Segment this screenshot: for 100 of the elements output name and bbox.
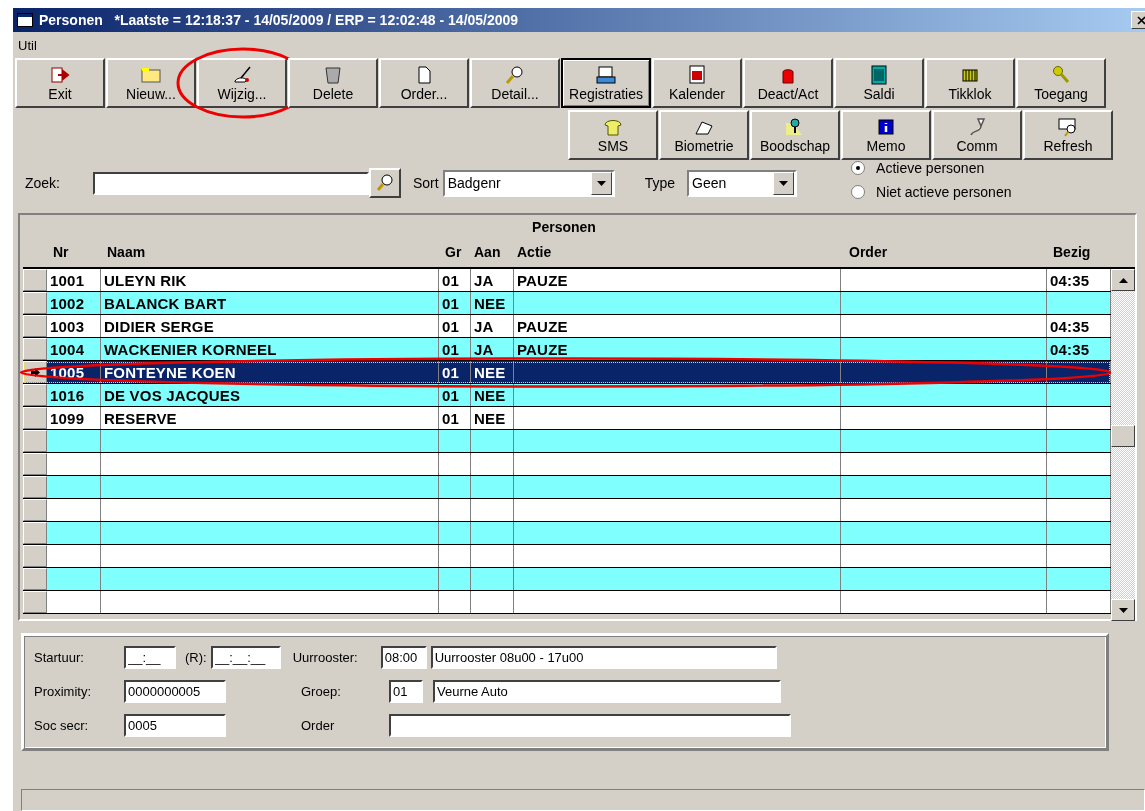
table-cell: JA xyxy=(474,317,494,335)
table-cell: DIDIER SERGE xyxy=(104,317,214,335)
menu-item[interactable]: Util xyxy=(18,37,37,53)
key-icon xyxy=(1050,64,1072,85)
field-label: Order xyxy=(301,718,336,733)
table-cell: FONTEYNE KOEN xyxy=(104,363,236,381)
toolbar-button[interactable]: Refresh xyxy=(1023,110,1113,160)
calculator-icon xyxy=(868,64,890,85)
radio-button[interactable] xyxy=(851,161,866,175)
time-field[interactable]: __:__:__ xyxy=(210,646,281,669)
toolbar-button[interactable]: Detail... xyxy=(470,58,560,108)
table-cell: 04:35 xyxy=(1050,340,1090,358)
table-cell: NEE xyxy=(474,363,506,381)
down-arrow-icon xyxy=(1118,607,1128,613)
column-header: Aan xyxy=(474,244,501,260)
table-cell: PAUZE xyxy=(517,340,568,358)
column-header: Naam xyxy=(107,244,146,260)
table-title: Personen xyxy=(531,218,597,237)
column-header: Order xyxy=(849,244,888,260)
close-button[interactable] xyxy=(1131,11,1145,29)
sort-dropdown[interactable]: Badgenr xyxy=(442,169,615,197)
table-cell: 1003 xyxy=(50,317,85,335)
card-magnifier-icon xyxy=(1057,116,1079,137)
table-row[interactable]: 1002 BALANCK BART 01 NEE xyxy=(23,292,1111,315)
table-cell: 01 xyxy=(442,386,460,404)
toolbar-button[interactable]: Wijzig... xyxy=(197,58,287,108)
type-dropdown[interactable]: Geen xyxy=(687,169,798,197)
scroll-thumb[interactable] xyxy=(1111,425,1135,447)
table-cell: 01 xyxy=(442,409,460,427)
arrow-icon xyxy=(30,367,40,377)
computer-icon xyxy=(595,64,617,85)
name-field[interactable]: Veurne Auto xyxy=(433,680,781,703)
field-label: Groep: xyxy=(301,684,342,699)
toolbar-button[interactable]: Memo xyxy=(841,110,931,160)
radio-label: Actieve personen xyxy=(876,160,985,176)
code-field[interactable]: 08:00 xyxy=(380,646,427,669)
toolbar-button[interactable]: Nieuw... xyxy=(106,58,196,108)
trash-can-icon xyxy=(322,64,344,85)
toolbar-button[interactable]: Comm xyxy=(932,110,1022,160)
pen-icon xyxy=(231,64,253,85)
radio-label: Niet actieve personen xyxy=(876,184,1012,200)
calendar-icon xyxy=(686,64,708,85)
search-button[interactable] xyxy=(369,168,401,198)
table-cell: NEE xyxy=(474,386,506,404)
window-icon xyxy=(17,13,33,27)
table-cell: 1004 xyxy=(50,340,85,358)
table-cell: RESERVE xyxy=(104,409,177,427)
time-field[interactable]: __:__ xyxy=(124,646,176,669)
table-cell: NEE xyxy=(474,409,506,427)
column-header: Gr xyxy=(445,244,462,260)
text-field[interactable]: 0005 xyxy=(124,714,226,737)
table-cell: 01 xyxy=(442,340,460,358)
toolbar-button[interactable]: Toegang xyxy=(1016,58,1106,108)
table-cell: JA xyxy=(474,340,494,358)
toolbar-button[interactable]: Boodschap xyxy=(750,110,840,160)
table-cell: 01 xyxy=(442,317,460,335)
table-row[interactable]: 1099 RESERVE 01 NEE xyxy=(23,407,1111,430)
toolbar-button[interactable]: Exit xyxy=(15,58,105,108)
search-field[interactable] xyxy=(93,171,369,195)
code-field[interactable]: 01 xyxy=(389,680,423,703)
table-cell: 1099 xyxy=(50,409,85,427)
name-field[interactable]: Uurrooster 08u00 - 17u00 xyxy=(430,646,777,669)
table-cell: WACKENIER KORNEEL xyxy=(104,340,277,358)
up-arrow-icon xyxy=(1118,277,1128,283)
column-header: Nr xyxy=(53,244,69,260)
text-field[interactable]: 0000000005 xyxy=(124,680,226,703)
toolbar-button[interactable]: Order... xyxy=(379,58,469,108)
table-cell: ULEYN RIK xyxy=(104,271,187,289)
toolbar-button[interactable]: Kalender xyxy=(652,58,742,108)
field-label: Startuur: xyxy=(34,650,85,665)
table-row[interactable]: 1004 WACKENIER KORNEEL 01 JA PAUZE 04:35 xyxy=(23,338,1111,361)
toolbar-button[interactable]: Biometrie xyxy=(659,110,749,160)
table-cell: 1001 xyxy=(50,271,85,289)
table-cell: 01 xyxy=(442,271,460,289)
table-row[interactable]: 1001 ULEYN RIK 01 JA PAUZE 04:35 xyxy=(23,269,1111,292)
table-cell: 1002 xyxy=(50,294,85,312)
table-row[interactable]: 1016 DE VOS JACQUES 01 NEE xyxy=(23,384,1111,407)
type-label: Type xyxy=(644,175,676,191)
toolbar-button[interactable]: Saldi xyxy=(834,58,924,108)
table-row[interactable]: 1003 DIDIER SERGE 01 JA PAUZE 04:35 xyxy=(23,315,1111,338)
table-cell: PAUZE xyxy=(517,271,568,289)
table-cell: BALANCK BART xyxy=(104,294,227,312)
toolbar-button[interactable]: Deact/Act xyxy=(743,58,833,108)
order-field[interactable] xyxy=(389,714,791,737)
caret-icon xyxy=(596,180,606,186)
radio-button[interactable] xyxy=(851,185,866,199)
toolbar-button[interactable]: Registraties xyxy=(561,58,651,108)
scrollbar[interactable] xyxy=(1111,269,1135,621)
table-cell: 04:35 xyxy=(1050,271,1090,289)
exit-icon xyxy=(49,64,71,85)
table-cell: JA xyxy=(474,271,494,289)
table-cell: 01 xyxy=(442,294,460,312)
table-cell: PAUZE xyxy=(517,317,568,335)
table-cell: DE VOS JACQUES xyxy=(104,386,241,404)
toolbar-button[interactable]: Tikklok xyxy=(925,58,1015,108)
toolbar-button[interactable]: Delete xyxy=(288,58,378,108)
toolbar-button[interactable]: SMS xyxy=(568,110,658,160)
sort-label: Sort xyxy=(413,175,439,191)
field-label: Soc secr: xyxy=(34,718,90,733)
info-icon xyxy=(875,116,897,137)
